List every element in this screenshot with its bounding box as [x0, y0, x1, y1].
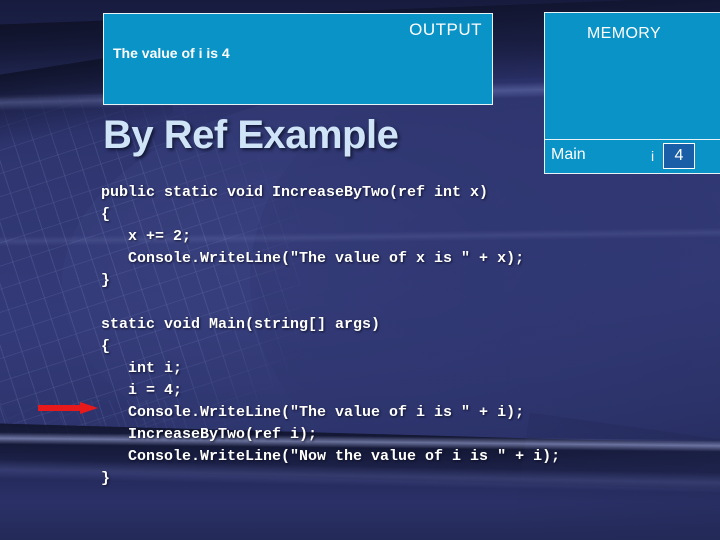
memory-panel: MEMORY Main i 4 — [544, 12, 720, 174]
stack-frame-name: Main — [551, 146, 586, 163]
output-console-line: The value of i is 4 — [113, 45, 230, 61]
memory-stack-frame-row: Main i 4 — [545, 139, 720, 173]
red-arrow-icon — [38, 402, 98, 414]
output-panel: OUTPUT The value of i is 4 — [103, 13, 493, 105]
output-panel-caption: OUTPUT — [409, 20, 482, 39]
memory-panel-caption: MEMORY — [586, 25, 662, 42]
memory-variable-value: 4 — [663, 143, 695, 169]
page-title: By Ref Example — [103, 113, 399, 157]
memory-variable-name: i — [651, 148, 655, 164]
code-block-method: public static void IncreaseByTwo(ref int… — [101, 184, 525, 289]
slide-canvas: OUTPUT The value of i is 4 MEMORY Main i… — [0, 0, 720, 540]
code-block-main: static void Main(string[] args) { int i;… — [101, 316, 561, 487]
